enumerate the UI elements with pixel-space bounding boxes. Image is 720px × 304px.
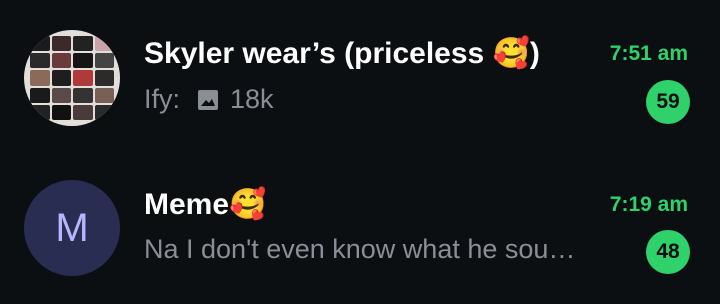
unread-count-badge: 48 — [646, 230, 690, 274]
preview-text: 18k — [230, 84, 274, 114]
preview-sender: Ify: — [144, 84, 181, 114]
preview-text: Na I don't even know what he sou… — [144, 234, 576, 264]
chat-preview: Ify: 18k — [144, 84, 274, 115]
chat-timestamp: 7:51 am — [609, 42, 688, 65]
chat-title: Skyler wear’s (priceless 🥰) — [144, 37, 540, 70]
unread-count-badge: 59 — [646, 80, 690, 124]
chat-row-meme[interactable]: M Meme🥰 7:19 am Na I don't even know wha… — [0, 160, 720, 300]
group-avatar[interactable]: M — [24, 180, 120, 276]
image-icon — [198, 89, 219, 110]
chat-timestamp: 7:19 am — [609, 193, 688, 216]
chat-list: Skyler wear’s (priceless 🥰) 7:51 am Ify:… — [0, 0, 720, 304]
chat-row-skyler-wears[interactable]: Skyler wear’s (priceless 🥰) 7:51 am Ify:… — [0, 0, 720, 140]
avatar-initial: M — [55, 205, 89, 250]
chat-title: Meme🥰 — [144, 188, 267, 221]
group-avatar[interactable] — [24, 30, 120, 126]
chat-preview: Na I don't even know what he sou… — [144, 234, 575, 265]
avatar-photo-collage — [24, 30, 120, 126]
